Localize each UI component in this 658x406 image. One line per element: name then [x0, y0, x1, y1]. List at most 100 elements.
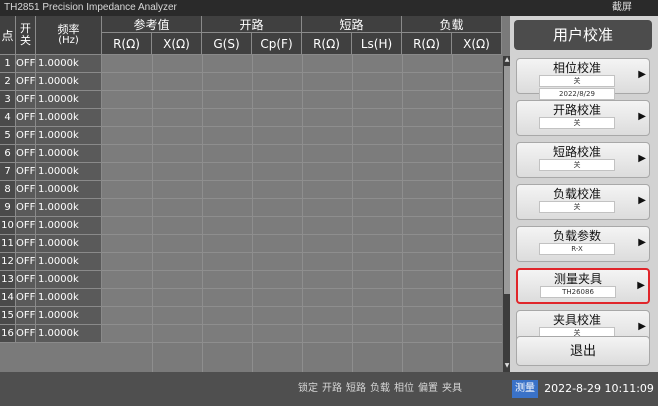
table-row[interactable]: 6 OFF 1.0000k: [0, 145, 502, 163]
table-row[interactable]: 4 OFF 1.0000k: [0, 109, 502, 127]
status-indicator: 夹具: [442, 383, 462, 394]
softkey-title: 测量夹具: [553, 272, 602, 286]
table-row[interactable]: 16 OFF 1.0000k: [0, 325, 502, 343]
row-frequency[interactable]: 1.0000k: [36, 217, 102, 235]
row-frequency[interactable]: 1.0000k: [36, 325, 102, 343]
row-number: 8: [0, 181, 16, 199]
softkey-2[interactable]: 开路校准关 ▶: [516, 100, 650, 136]
row-number: 13: [0, 271, 16, 289]
arrow-right-icon: ▶: [637, 280, 645, 291]
arrow-right-icon: ▶: [638, 195, 646, 206]
panel-title: 用户校准: [514, 20, 652, 50]
header-column: R(Ω): [102, 33, 152, 55]
status-indicator: 负载: [370, 383, 390, 394]
row-frequency[interactable]: 1.0000k: [36, 73, 102, 91]
row-frequency[interactable]: 1.0000k: [36, 235, 102, 253]
row-frequency[interactable]: 1.0000k: [36, 55, 102, 73]
table-row[interactable]: 7 OFF 1.0000k: [0, 163, 502, 181]
softkey-3[interactable]: 短路校准关 ▶: [516, 142, 650, 178]
status-bar: 锁定 开路 短路 负载 相位 偏置 夹具 测量 2022-8-29 10:11:09: [0, 372, 658, 406]
table-row[interactable]: 8 OFF 1.0000k: [0, 181, 502, 199]
title-bar: TH2851 Precision Impedance Analyzer 截屏: [0, 0, 658, 16]
row-frequency[interactable]: 1.0000k: [36, 181, 102, 199]
header-frequency-unit: (Hz): [58, 35, 79, 46]
table-row[interactable]: 11 OFF 1.0000k: [0, 235, 502, 253]
table-row[interactable]: 10 OFF 1.0000k: [0, 217, 502, 235]
row-number: 15: [0, 307, 16, 325]
row-frequency[interactable]: 1.0000k: [36, 91, 102, 109]
softkey-title: 夹具校准: [552, 313, 601, 327]
row-frequency[interactable]: 1.0000k: [36, 271, 102, 289]
row-switch-state[interactable]: OFF: [16, 91, 36, 109]
calibration-table: 点开关 频率 (Hz) 参考值 R(Ω) X(Ω) 开路 G(S) Cp(F) 短路 R(Ω) Ls(…: [0, 16, 510, 372]
table-row[interactable]: 12 OFF 1.0000k: [0, 253, 502, 271]
table-row[interactable]: 14 OFF 1.0000k: [0, 289, 502, 307]
softkey-1[interactable]: 相位校准关 2022/8/29 ▶: [516, 58, 650, 100]
row-frequency[interactable]: 1.0000k: [36, 199, 102, 217]
row-switch-state[interactable]: OFF: [16, 271, 36, 289]
row-switch-state[interactable]: OFF: [16, 217, 36, 235]
softkey-value: 关: [539, 117, 615, 129]
row-switch-state[interactable]: OFF: [16, 145, 36, 163]
screenshot-button[interactable]: 截屏: [612, 0, 632, 16]
softkey-6[interactable]: 测量夹具 TH26086 ▶: [516, 268, 650, 304]
row-frequency[interactable]: 1.0000k: [36, 289, 102, 307]
softkey-value: 关: [539, 201, 615, 213]
row-number: 2: [0, 73, 16, 91]
header-column: R(Ω): [302, 33, 352, 55]
row-number: 9: [0, 199, 16, 217]
table-row[interactable]: 2 OFF 1.0000k: [0, 73, 502, 91]
header-switch: 开关: [16, 16, 36, 55]
softkey-5[interactable]: 负载参数 R-X ▶: [516, 226, 650, 262]
row-switch-state[interactable]: OFF: [16, 55, 36, 73]
softkey-4[interactable]: 负载校准关 ▶: [516, 184, 650, 220]
row-frequency[interactable]: 1.0000k: [36, 109, 102, 127]
table-row[interactable]: 15 OFF 1.0000k: [0, 307, 502, 325]
row-switch-state[interactable]: OFF: [16, 109, 36, 127]
arrow-right-icon: ▶: [638, 153, 646, 164]
arrow-right-icon: ▶: [638, 111, 646, 122]
row-frequency[interactable]: 1.0000k: [36, 163, 102, 181]
row-switch-state[interactable]: OFF: [16, 235, 36, 253]
row-switch-state[interactable]: OFF: [16, 307, 36, 325]
row-number: 3: [0, 91, 16, 109]
row-number: 6: [0, 145, 16, 163]
row-switch-state[interactable]: OFF: [16, 163, 36, 181]
table-row[interactable]: 3 OFF 1.0000k: [0, 91, 502, 109]
row-number: 16: [0, 325, 16, 343]
softkey-title: 相位校准: [552, 61, 601, 75]
table-row[interactable]: 13 OFF 1.0000k: [0, 271, 502, 289]
row-switch-state[interactable]: OFF: [16, 199, 36, 217]
row-number: 7: [0, 163, 16, 181]
softkey-value: 关: [539, 75, 615, 87]
row-frequency[interactable]: 1.0000k: [36, 145, 102, 163]
row-frequency[interactable]: 1.0000k: [36, 127, 102, 145]
row-switch-state[interactable]: OFF: [16, 127, 36, 145]
header-group: 参考值: [102, 16, 202, 33]
row-switch-state[interactable]: OFF: [16, 325, 36, 343]
row-switch-state[interactable]: OFF: [16, 73, 36, 91]
softkey-value: 关: [539, 159, 615, 171]
row-switch-state[interactable]: OFF: [16, 289, 36, 307]
softkey-title: 负载参数: [552, 229, 601, 243]
exit-button[interactable]: 退出: [516, 336, 650, 366]
column-divider: [402, 55, 403, 372]
row-frequency[interactable]: 1.0000k: [36, 307, 102, 325]
softkey-title: 短路校准: [552, 145, 601, 159]
header-column: R(Ω): [402, 33, 452, 55]
table-row[interactable]: 9 OFF 1.0000k: [0, 199, 502, 217]
row-switch-state[interactable]: OFF: [16, 253, 36, 271]
table-row[interactable]: 1 OFF 1.0000k: [0, 55, 502, 73]
arrow-right-icon: ▶: [638, 69, 646, 80]
softkey-title: 开路校准: [552, 103, 601, 117]
table-row[interactable]: 5 OFF 1.0000k: [0, 127, 502, 145]
softkey-value: 2022/8/29: [539, 88, 615, 100]
header-column: X(Ω): [152, 33, 202, 55]
header-column: Cp(F): [252, 33, 302, 55]
measure-indicator[interactable]: 测量: [512, 380, 538, 398]
datetime-display: 2022-8-29 10:11:09: [544, 382, 654, 395]
row-switch-state[interactable]: OFF: [16, 181, 36, 199]
status-indicator: 短路: [346, 383, 366, 394]
row-frequency[interactable]: 1.0000k: [36, 253, 102, 271]
column-divider: [302, 55, 303, 372]
